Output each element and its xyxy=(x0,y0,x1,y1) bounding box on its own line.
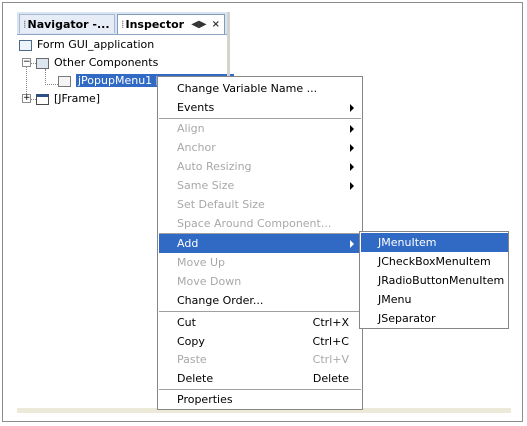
submenu-item-jseparator[interactable]: JSeparator xyxy=(361,309,508,328)
menu-item-label: Align xyxy=(177,122,205,135)
menu-item-add[interactable]: Add xyxy=(159,234,361,253)
tree-node-label: Other Components xyxy=(54,56,159,69)
menu-item-move-down: Move Down xyxy=(159,272,361,291)
shortcut-label: Ctrl+X xyxy=(312,316,349,329)
submenu-arrow-icon xyxy=(350,182,354,190)
submenu-item-jmenuitem[interactable]: JMenuItem xyxy=(361,233,508,252)
menu-item-anchor: Anchor xyxy=(159,138,361,157)
popup-menu-icon xyxy=(58,75,71,87)
shortcut-label: Ctrl+C xyxy=(312,335,349,348)
menu-item-change-variable-name[interactable]: Change Variable Name ... xyxy=(159,79,361,98)
menu-item-label: Auto Resizing xyxy=(177,160,252,173)
collapse-icon[interactable]: − xyxy=(22,58,31,67)
menu-item-events[interactable]: Events xyxy=(159,98,361,117)
tab-inspector[interactable]: ⁞Inspector ◀▶ × xyxy=(117,14,225,34)
menu-item-space-around-component: Space Around Component... xyxy=(159,214,361,233)
tab-navigator[interactable]: ⁞Navigator -... xyxy=(19,14,115,33)
tab-navigator-label: Navigator -... xyxy=(27,18,110,31)
tree-node-label: Form GUI_application xyxy=(37,38,155,51)
submenu-item-label: JCheckBoxMenuItem xyxy=(378,255,491,268)
menu-item-label: Delete xyxy=(177,372,214,385)
add-submenu: JMenuItem JCheckBoxMenuItem JRadioButton… xyxy=(359,231,509,329)
menu-item-label: Events xyxy=(177,101,215,114)
menu-separator xyxy=(159,311,361,312)
menu-item-cut[interactable]: Cut Ctrl+X xyxy=(159,313,361,332)
menu-item-label: Anchor xyxy=(177,141,216,154)
close-icon[interactable]: × xyxy=(212,19,220,30)
submenu-item-jradiobuttonmenuitem[interactable]: JRadioButtonMenuItem xyxy=(361,271,508,290)
menu-item-change-order[interactable]: Change Order... xyxy=(159,291,361,310)
tree-node-jframe[interactable]: [JFrame] xyxy=(36,90,100,107)
shortcut-label: Delete xyxy=(312,372,349,385)
menu-item-copy[interactable]: Copy Ctrl+C xyxy=(159,332,361,351)
menu-item-label: Change Variable Name ... xyxy=(177,82,318,95)
form-icon xyxy=(19,39,32,51)
window-switch-icon[interactable]: ◀▶ xyxy=(191,19,206,30)
tree-node-other-components[interactable]: Other Components xyxy=(36,54,158,71)
tab-grip-icon: ⁞ xyxy=(23,18,27,31)
frame-icon xyxy=(36,93,49,105)
submenu-item-label: JSeparator xyxy=(378,312,436,325)
menu-item-set-default-size: Set Default Size xyxy=(159,195,361,214)
panel-tab-bar: ⁞Navigator -... ⁞Inspector ◀▶ × xyxy=(17,12,227,35)
menu-item-label: Space Around Component... xyxy=(177,217,332,230)
tree-connector xyxy=(45,69,46,85)
menu-item-label: Move Down xyxy=(177,275,242,288)
submenu-item-jmenu[interactable]: JMenu xyxy=(361,290,508,309)
menu-item-label: Copy xyxy=(177,335,205,348)
submenu-item-label: JMenu xyxy=(378,293,412,306)
submenu-arrow-icon xyxy=(350,104,354,112)
submenu-arrow-icon xyxy=(350,163,354,171)
context-menu: Change Variable Name ... Events Align An… xyxy=(157,76,363,410)
menu-item-label: Cut xyxy=(177,316,196,329)
menu-item-align: Align xyxy=(159,119,361,138)
menu-item-delete[interactable]: Delete Delete xyxy=(159,369,361,388)
submenu-arrow-icon xyxy=(350,144,354,152)
menu-item-auto-resizing: Auto Resizing xyxy=(159,157,361,176)
submenu-arrow-icon xyxy=(350,240,354,248)
menu-item-label: Properties xyxy=(177,393,233,406)
menu-item-label: Add xyxy=(177,237,199,250)
menu-item-label: Move Up xyxy=(177,256,226,269)
submenu-item-label: JRadioButtonMenuItem xyxy=(378,274,505,287)
tab-inspector-label: Inspector xyxy=(125,18,185,31)
menu-item-paste: Paste Ctrl+V xyxy=(159,350,361,369)
menu-item-label: Change Order... xyxy=(177,294,264,307)
menu-item-move-up: Move Up xyxy=(159,253,361,272)
shortcut-label: Ctrl+V xyxy=(312,353,349,366)
menu-item-label: Paste xyxy=(177,353,207,366)
submenu-item-jcheckboxmenuitem[interactable]: JCheckBoxMenuItem xyxy=(361,252,508,271)
menu-item-label: Set Default Size xyxy=(177,198,265,211)
menu-item-properties[interactable]: Properties xyxy=(159,390,361,409)
submenu-item-label: JMenuItem xyxy=(378,236,437,249)
tree-node-label: [JFrame] xyxy=(54,92,101,105)
expand-icon[interactable]: + xyxy=(22,94,31,103)
menu-item-label: Same Size xyxy=(177,179,235,192)
tree-connector xyxy=(45,84,58,85)
menu-item-same-size: Same Size xyxy=(159,176,361,195)
tree-node-form[interactable]: Form GUI_application xyxy=(19,36,154,53)
submenu-arrow-icon xyxy=(350,125,354,133)
components-folder-icon xyxy=(36,57,49,69)
tab-grip-icon: ⁞ xyxy=(121,18,125,31)
